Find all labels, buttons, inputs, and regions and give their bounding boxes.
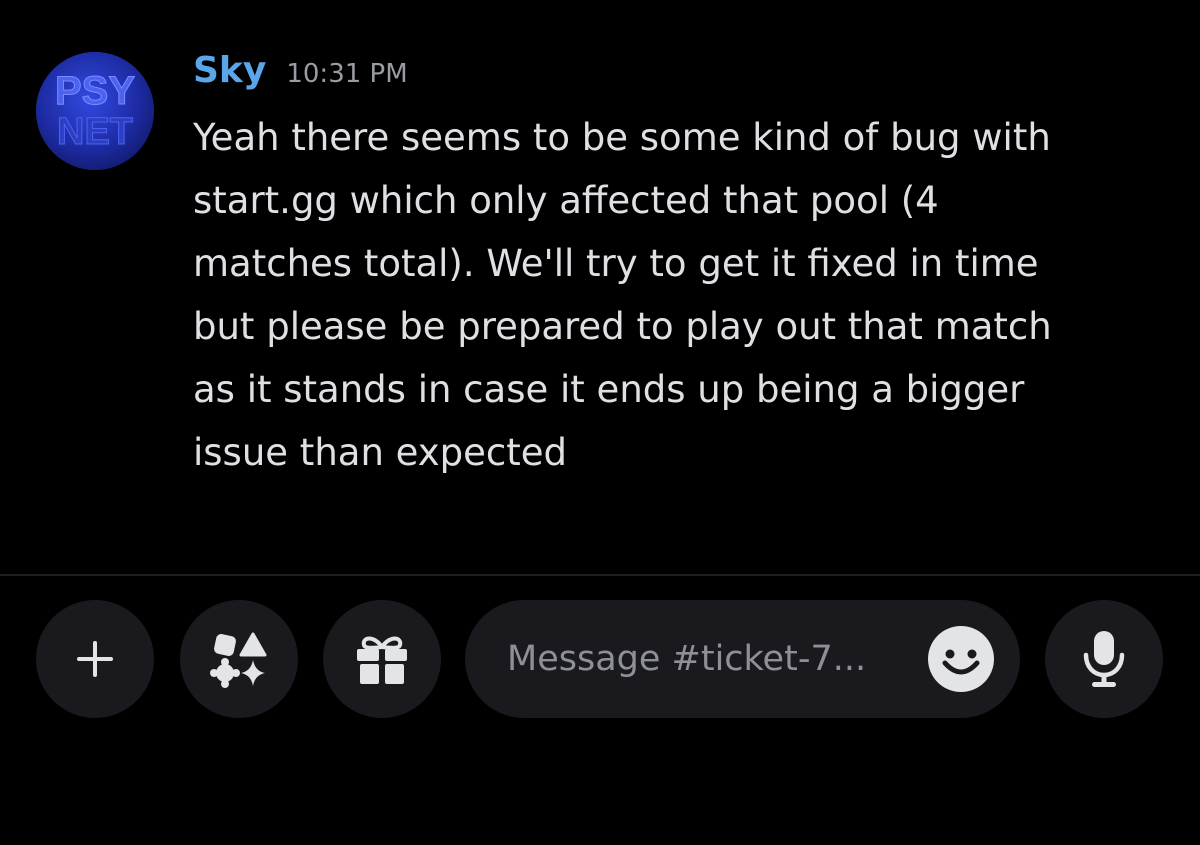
message-composer: Message #ticket-7... <box>0 576 1200 845</box>
message-input[interactable]: Message #ticket-7... <box>465 600 1020 718</box>
avatar-text-bottom: NET <box>57 111 133 153</box>
voice-message-button[interactable] <box>1045 600 1163 718</box>
avatar[interactable]: PSY NET <box>36 52 154 170</box>
emoji-icon <box>928 626 994 692</box>
avatar-logo: PSY NET <box>36 52 154 170</box>
add-attachment-button[interactable] <box>36 600 154 718</box>
microphone-icon <box>1083 631 1125 687</box>
message-line: as it stands in case it ends up being a … <box>193 368 1025 411</box>
plus-icon <box>77 641 113 677</box>
gift-button[interactable] <box>323 600 441 718</box>
apps-icon <box>210 632 267 688</box>
message-line: issue than expected <box>193 431 568 474</box>
message-line: Yeah there seems to be some kind of bug … <box>193 116 1051 159</box>
chat-message: PSY NET Sky 10:31 PM Yeah there seems to… <box>0 0 1200 575</box>
timestamp: 10:31 PM <box>286 59 408 89</box>
gift-icon <box>357 636 407 684</box>
message-line: start.gg which only affected that pool (… <box>193 179 939 222</box>
username[interactable]: Sky <box>193 50 266 91</box>
avatar-text-top: PSY <box>55 69 135 113</box>
message-header: Sky 10:31 PM <box>193 50 408 100</box>
apps-button[interactable] <box>180 600 298 718</box>
message-line: but please be prepared to play out that … <box>193 305 1052 348</box>
message-content: Yeah there seems to be some kind of bug … <box>193 106 1153 484</box>
emoji-button[interactable] <box>927 625 995 693</box>
message-line: matches total). We'll try to get it fixe… <box>193 242 1039 285</box>
message-input-placeholder[interactable]: Message #ticket-7... <box>507 600 866 718</box>
